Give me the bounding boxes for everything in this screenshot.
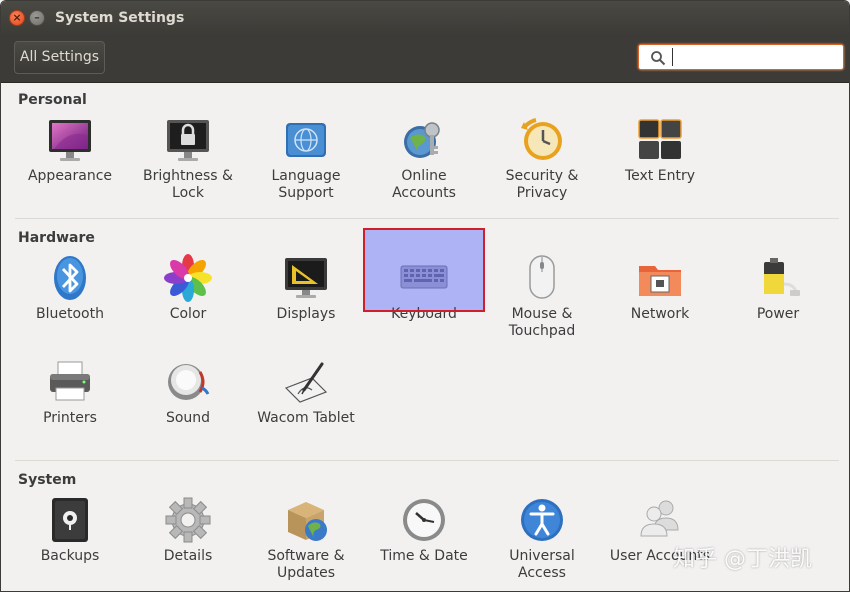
language-support-icon: [286, 123, 326, 157]
item-label: Keyboard: [391, 306, 457, 322]
item-mouse-touchpad[interactable]: Mouse & Touchpad: [483, 254, 601, 368]
item-backups[interactable]: Backups: [11, 496, 129, 591]
item-label: Sound: [165, 410, 211, 426]
item-wacom-tablet[interactable]: Wacom Tablet: [247, 358, 365, 472]
item-time-date[interactable]: Time & Date: [365, 496, 483, 591]
item-text-entry[interactable]: Text Entry: [601, 116, 719, 230]
all-settings-button[interactable]: All Settings: [14, 41, 105, 74]
item-details[interactable]: Details: [129, 496, 247, 591]
window-title: System Settings: [55, 10, 185, 26]
online-accounts-icon: [404, 122, 440, 158]
item-online-accounts[interactable]: Online Accounts: [365, 116, 483, 230]
mouse-icon: [529, 255, 555, 299]
item-label: Mouse & Touchpad: [508, 306, 576, 339]
keyboard-icon: [400, 265, 448, 289]
search-box[interactable]: [638, 44, 844, 70]
item-label: Security & Privacy: [505, 168, 579, 201]
item-language-support[interactable]: Language Support: [247, 116, 365, 230]
security-privacy-icon: [521, 118, 562, 160]
printer-icon: [50, 361, 90, 401]
item-label: Text Entry: [624, 168, 695, 184]
item-label: Universal Access: [509, 548, 575, 581]
item-label: Bluetooth: [36, 306, 104, 322]
item-label: Language Support: [271, 168, 341, 201]
item-brightness-lock[interactable]: Brightness & Lock: [129, 116, 247, 230]
item-label: Software & Updates: [267, 548, 345, 581]
item-keyboard[interactable]: Keyboard: [363, 228, 485, 322]
item-universal-access[interactable]: Universal Access: [483, 496, 601, 591]
minimize-button[interactable]: –: [29, 10, 45, 26]
close-icon: ×: [12, 11, 22, 24]
item-bluetooth[interactable]: Bluetooth: [11, 254, 129, 368]
title-bar: × – System Settings: [1, 1, 849, 35]
appearance-icon: [49, 120, 91, 161]
close-button[interactable]: ×: [9, 10, 25, 26]
item-label: Printers: [43, 410, 97, 426]
user-accounts-icon: [640, 500, 679, 537]
bluetooth-icon: [54, 256, 86, 300]
item-label: Details: [163, 548, 213, 564]
universal-access-icon: [521, 499, 563, 541]
backups-icon: [52, 498, 88, 542]
item-security-privacy[interactable]: Security & Privacy: [483, 116, 601, 230]
item-label: Online Accounts: [392, 168, 456, 201]
item-label: Power: [756, 306, 800, 322]
watermark: 知乎 @丁洪凯: [673, 547, 812, 572]
item-label: Time & Date: [380, 548, 468, 564]
settings-window: × – System Settings All Settings Persona…: [0, 0, 850, 592]
item-appearance[interactable]: Appearance: [11, 116, 129, 230]
item-color[interactable]: Color: [129, 254, 247, 368]
time-date-icon: [403, 499, 445, 541]
item-label: Brightness & Lock: [143, 168, 233, 201]
software-updates-icon: [288, 502, 327, 541]
item-label: Wacom Tablet: [257, 410, 355, 426]
section-separator: [15, 460, 839, 461]
details-icon: [165, 497, 211, 543]
item-sound[interactable]: Sound: [129, 358, 247, 472]
item-label: Displays: [276, 306, 336, 322]
item-label: Backups: [40, 548, 100, 564]
item-software-updates[interactable]: Software & Updates: [247, 496, 365, 591]
search-input[interactable]: [672, 48, 837, 66]
item-label: Network: [630, 306, 690, 322]
search-icon: [651, 51, 666, 66]
section-title-hardware: Hardware: [18, 230, 95, 246]
minimize-icon: –: [34, 11, 40, 24]
item-label: Color: [169, 306, 207, 322]
color-icon: [164, 254, 212, 302]
brightness-lock-icon: [167, 120, 209, 161]
section-separator: [15, 218, 839, 219]
section-title-system: System: [18, 472, 77, 488]
power-icon: [764, 258, 800, 296]
item-displays[interactable]: Displays: [247, 254, 365, 368]
item-power[interactable]: Power: [719, 254, 837, 368]
item-label: Appearance: [27, 168, 113, 184]
text-entry-icon: [638, 119, 682, 159]
displays-icon: [285, 258, 327, 298]
toolbar: All Settings: [1, 35, 849, 83]
settings-panel: Personal Appearance Brightness & Lock La…: [1, 83, 849, 591]
sound-icon: [168, 364, 210, 400]
wacom-tablet-icon: [284, 362, 328, 403]
network-icon: [639, 266, 681, 296]
item-network[interactable]: Network: [601, 254, 719, 368]
item-printers[interactable]: Printers: [11, 358, 129, 472]
section-title-personal: Personal: [18, 92, 87, 108]
